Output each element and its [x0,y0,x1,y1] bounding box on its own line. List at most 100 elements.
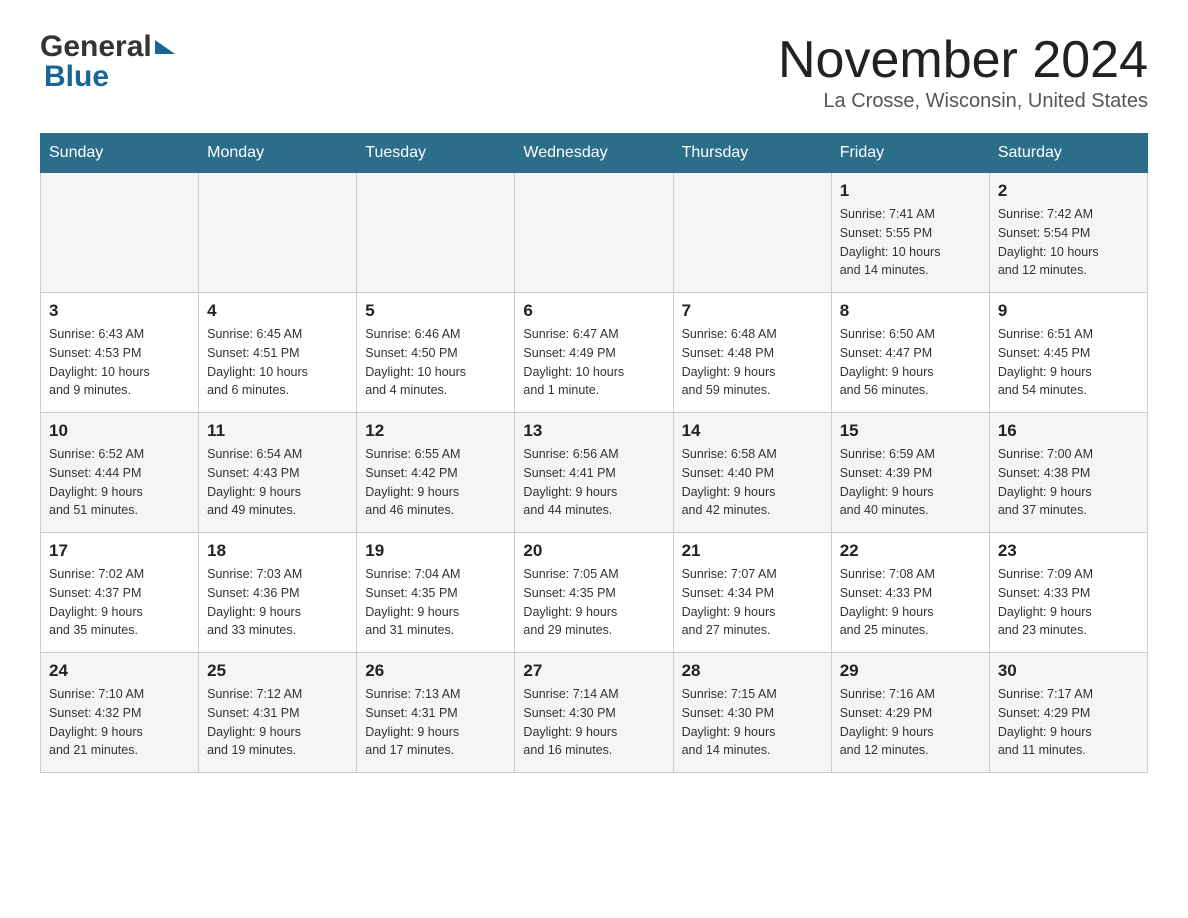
day-number: 23 [998,541,1139,561]
day-number: 11 [207,421,348,441]
day-sun-info: Sunrise: 6:50 AMSunset: 4:47 PMDaylight:… [840,325,981,400]
day-number: 30 [998,661,1139,681]
calendar-day-cell: 23 Sunrise: 7:09 AMSunset: 4:33 PMDayligh… [989,533,1147,653]
day-sun-info: Sunrise: 6:58 AMSunset: 4:40 PMDaylight:… [682,445,823,520]
calendar-day-cell: 8 Sunrise: 6:50 AMSunset: 4:47 PMDaylight… [831,293,989,413]
weekday-header-row: SundayMondayTuesdayWednesdayThursdayFrid… [41,134,1148,173]
day-sun-info: Sunrise: 6:45 AMSunset: 4:51 PMDaylight:… [207,325,348,400]
calendar-week-row: 1 Sunrise: 7:41 AMSunset: 5:55 PMDaylight… [41,173,1148,293]
day-sun-info: Sunrise: 7:10 AMSunset: 4:32 PMDaylight:… [49,685,190,760]
day-number: 8 [840,301,981,321]
day-sun-info: Sunrise: 6:48 AMSunset: 4:48 PMDaylight:… [682,325,823,400]
day-number: 17 [49,541,190,561]
calendar-day-cell: 19Sunrise: 7:04 AMSunset: 4:35 PMDayligh… [357,533,515,653]
weekday-header: Monday [199,134,357,173]
calendar-day-cell: 25Sunrise: 7:12 AMSunset: 4:31 PMDayligh… [199,653,357,773]
day-number: 24 [49,661,190,681]
day-sun-info: Sunrise: 7:12 AMSunset: 4:31 PMDaylight:… [207,685,348,760]
day-number: 3 [49,301,190,321]
day-sun-info: Sunrise: 7:15 AMSunset: 4:30 PMDaylight:… [682,685,823,760]
calendar-day-cell: 17 Sunrise: 7:02 AMSunset: 4:37 PMDayligh… [41,533,199,653]
calendar-day-cell [673,173,831,293]
day-sun-info: Sunrise: 6:54 AMSunset: 4:43 PMDaylight:… [207,445,348,520]
calendar-day-cell: 14Sunrise: 6:58 AMSunset: 4:40 PMDayligh… [673,413,831,533]
title-area: November 2024 La Crosse, Wisconsin, Unit… [778,30,1148,113]
calendar-day-cell: 11 Sunrise: 6:54 AMSunset: 4:43 PMDayligh… [199,413,357,533]
calendar-day-cell: 27 Sunrise: 7:14 AMSunset: 4:30 PMDayligh… [515,653,673,773]
day-number: 27 [523,661,664,681]
day-sun-info: Sunrise: 6:56 AMSunset: 4:41 PMDaylight:… [523,445,664,520]
day-sun-info: Sunrise: 7:02 AMSunset: 4:37 PMDaylight:… [49,565,190,640]
page-header: General Blue November 2024 La Crosse, Wi… [40,30,1148,113]
logo-general: General [40,30,152,64]
day-sun-info: Sunrise: 7:41 AMSunset: 5:55 PMDaylight:… [840,205,981,280]
day-sun-info: Sunrise: 6:55 AMSunset: 4:42 PMDaylight:… [365,445,506,520]
calendar-day-cell: 16Sunrise: 7:00 AMSunset: 4:38 PMDayligh… [989,413,1147,533]
location: La Crosse, Wisconsin, United States [778,90,1148,113]
day-number: 22 [840,541,981,561]
day-number: 15 [840,421,981,441]
calendar-week-row: 10 Sunrise: 6:52 AMSunset: 4:44 PMDayligh… [41,413,1148,533]
day-number: 10 [49,421,190,441]
calendar-day-cell: 12Sunrise: 6:55 AMSunset: 4:42 PMDayligh… [357,413,515,533]
calendar-week-row: 24 Sunrise: 7:10 AMSunset: 4:32 PMDayligh… [41,653,1148,773]
weekday-header: Friday [831,134,989,173]
calendar-day-cell: 7 Sunrise: 6:48 AMSunset: 4:48 PMDaylight… [673,293,831,413]
weekday-header: Thursday [673,134,831,173]
day-number: 13 [523,421,664,441]
day-sun-info: Sunrise: 6:46 AMSunset: 4:50 PMDaylight:… [365,325,506,400]
day-sun-info: Sunrise: 7:04 AMSunset: 4:35 PMDaylight:… [365,565,506,640]
calendar-day-cell: 21Sunrise: 7:07 AMSunset: 4:34 PMDayligh… [673,533,831,653]
day-number: 26 [365,661,506,681]
calendar-day-cell: 9 Sunrise: 6:51 AMSunset: 4:45 PMDaylight… [989,293,1147,413]
calendar-day-cell [515,173,673,293]
calendar-day-cell: 24 Sunrise: 7:10 AMSunset: 4:32 PMDayligh… [41,653,199,773]
calendar-day-cell: 28 Sunrise: 7:15 AMSunset: 4:30 PMDayligh… [673,653,831,773]
calendar-day-cell: 29Sunrise: 7:16 AMSunset: 4:29 PMDayligh… [831,653,989,773]
calendar-day-cell: 15 Sunrise: 6:59 AMSunset: 4:39 PMDayligh… [831,413,989,533]
calendar-day-cell: 5 Sunrise: 6:46 AMSunset: 4:50 PMDaylight… [357,293,515,413]
day-number: 28 [682,661,823,681]
day-sun-info: Sunrise: 7:08 AMSunset: 4:33 PMDaylight:… [840,565,981,640]
day-number: 1 [840,181,981,201]
day-number: 2 [998,181,1139,201]
day-number: 6 [523,301,664,321]
calendar-day-cell [357,173,515,293]
day-number: 4 [207,301,348,321]
day-sun-info: Sunrise: 6:43 AMSunset: 4:53 PMDaylight:… [49,325,190,400]
calendar-day-cell: 13 Sunrise: 6:56 AMSunset: 4:41 PMDayligh… [515,413,673,533]
weekday-header: Tuesday [357,134,515,173]
weekday-header: Sunday [41,134,199,173]
day-number: 9 [998,301,1139,321]
logo-arrow-icon [155,40,175,54]
day-number: 21 [682,541,823,561]
day-sun-info: Sunrise: 7:42 AMSunset: 5:54 PMDaylight:… [998,205,1139,280]
day-sun-info: Sunrise: 7:09 AMSunset: 4:33 PMDaylight:… [998,565,1139,640]
month-title: November 2024 [778,30,1148,90]
weekday-header: Wednesday [515,134,673,173]
calendar-day-cell [41,173,199,293]
day-number: 29 [840,661,981,681]
day-sun-info: Sunrise: 6:47 AMSunset: 4:49 PMDaylight:… [523,325,664,400]
weekday-header: Saturday [989,134,1147,173]
calendar-week-row: 3 Sunrise: 6:43 AMSunset: 4:53 PMDaylight… [41,293,1148,413]
day-sun-info: Sunrise: 7:14 AMSunset: 4:30 PMDaylight:… [523,685,664,760]
day-number: 18 [207,541,348,561]
calendar-day-cell [199,173,357,293]
day-sun-info: Sunrise: 6:52 AMSunset: 4:44 PMDaylight:… [49,445,190,520]
calendar-day-cell: 20 Sunrise: 7:05 AMSunset: 4:35 PMDayligh… [515,533,673,653]
day-number: 20 [523,541,664,561]
day-number: 5 [365,301,506,321]
calendar-day-cell: 1 Sunrise: 7:41 AMSunset: 5:55 PMDaylight… [831,173,989,293]
logo: General Blue [40,30,175,94]
calendar-day-cell: 30Sunrise: 7:17 AMSunset: 4:29 PMDayligh… [989,653,1147,773]
calendar-day-cell: 22 Sunrise: 7:08 AMSunset: 4:33 PMDayligh… [831,533,989,653]
calendar-day-cell: 2 Sunrise: 7:42 AMSunset: 5:54 PMDaylight… [989,173,1147,293]
day-sun-info: Sunrise: 7:13 AMSunset: 4:31 PMDaylight:… [365,685,506,760]
logo-blue: Blue [40,60,109,94]
day-sun-info: Sunrise: 6:59 AMSunset: 4:39 PMDaylight:… [840,445,981,520]
day-sun-info: Sunrise: 7:05 AMSunset: 4:35 PMDaylight:… [523,565,664,640]
day-number: 7 [682,301,823,321]
day-sun-info: Sunrise: 6:51 AMSunset: 4:45 PMDaylight:… [998,325,1139,400]
day-sun-info: Sunrise: 7:00 AMSunset: 4:38 PMDaylight:… [998,445,1139,520]
